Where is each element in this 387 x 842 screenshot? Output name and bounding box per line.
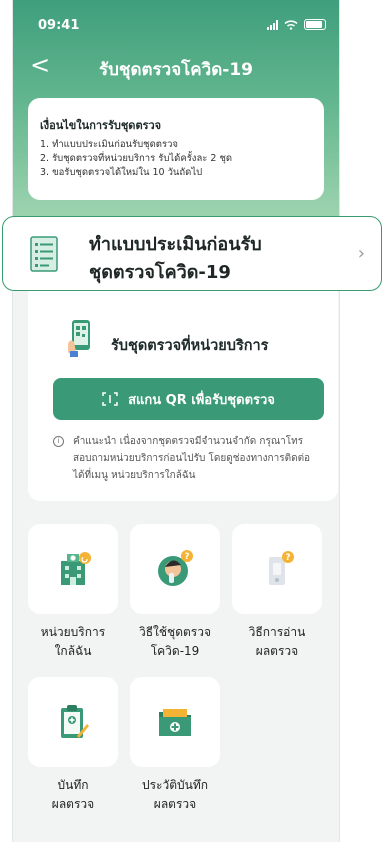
menu-tile-nearby-service[interactable]	[28, 524, 118, 614]
assessment-card[interactable]: ทำแบบประเมินก่อนรับ ชุดตรวจโควิด-19 ›	[2, 216, 382, 291]
status-time: 09:41	[38, 18, 80, 33]
menu-label-record-history: ประวัติบันทึก ผลตรวจ	[141, 778, 209, 811]
hospital-icon	[61, 552, 91, 585]
qr-scan-icon	[102, 392, 118, 406]
menu-tile-record-history[interactable]	[130, 677, 220, 767]
wifi-icon	[284, 19, 298, 30]
menu-label-nearby-service: หน่วยบริการ ใกล้ฉัน	[40, 625, 106, 658]
conditions-card: เงื่อนไขในการรับชุดตรวจ 1. ทำแบบประเมินก…	[28, 98, 324, 200]
battery-icon	[304, 19, 326, 30]
checklist-icon	[30, 236, 58, 272]
status-bar: 09:41	[12, 0, 340, 44]
condition-item-1: 1. ทำแบบประเมินก่อนรับชุดตรวจ	[40, 139, 178, 150]
pickup-note: คำแนะนำ เนื่องจากชุดตรวจมีจำนวนจำกัด กรุ…	[73, 436, 311, 481]
assessment-label: ทำแบบประเมินก่อนรับ ชุดตรวจโควิด-19	[89, 234, 262, 283]
menu-label-record-result: บันทึก ผลตรวจ	[51, 778, 95, 811]
signal-icon	[267, 19, 278, 30]
chevron-right-icon: ›	[357, 243, 365, 264]
info-icon: i	[53, 436, 64, 447]
pickup-card: รับชุดตรวจที่หน่วยบริการ สแกน QR เพื่อรั…	[28, 283, 338, 501]
scan-qr-button[interactable]: สแกน QR เพื่อรับชุดตรวจ	[53, 378, 324, 420]
menu-tile-how-to-use[interactable]: ?	[130, 524, 220, 614]
menu-tile-read-result[interactable]: ?	[232, 524, 322, 614]
person-question-icon: ?	[158, 550, 193, 586]
svg-text:?: ?	[184, 552, 189, 562]
clipboard-pen-icon	[61, 705, 89, 738]
conditions-heading: เงื่อนไขในการรับชุดตรวจ	[40, 119, 162, 132]
test-kit-question-icon: ?	[269, 551, 294, 585]
scan-qr-label: สแกน QR เพื่อรับชุดตรวจ	[128, 392, 275, 408]
phone-screen: 09:41 < รับชุดตรวจโควิด-19 เงื่อนไขในการ…	[12, 0, 340, 842]
status-icons	[267, 19, 326, 30]
condition-item-2: 2. รับชุดตรวจที่หน่วยบริการ รับได้ครั้งล…	[40, 153, 233, 164]
page-title: รับชุดตรวจโควิด-19	[99, 60, 253, 80]
menu-tile-record-result[interactable]	[28, 677, 118, 767]
pickup-title: รับชุดตรวจที่หน่วยบริการ	[111, 338, 269, 354]
menu-label-read-result: วิธีการอ่าน ผลตรวจ	[248, 625, 306, 658]
folder-plus-icon	[159, 709, 191, 736]
phone-qr-icon	[68, 320, 90, 357]
nav-bar: < รับชุดตรวจโควิด-19	[12, 52, 340, 82]
menu-label-how-to-use: วิธีใช้ชุดตรวจ โควิด-19	[138, 625, 211, 658]
svg-text:?: ?	[285, 553, 290, 563]
condition-item-3: 3. ขอรับชุดตรวจได้ใหม่ใน 10 วันถัดไป	[40, 167, 203, 178]
